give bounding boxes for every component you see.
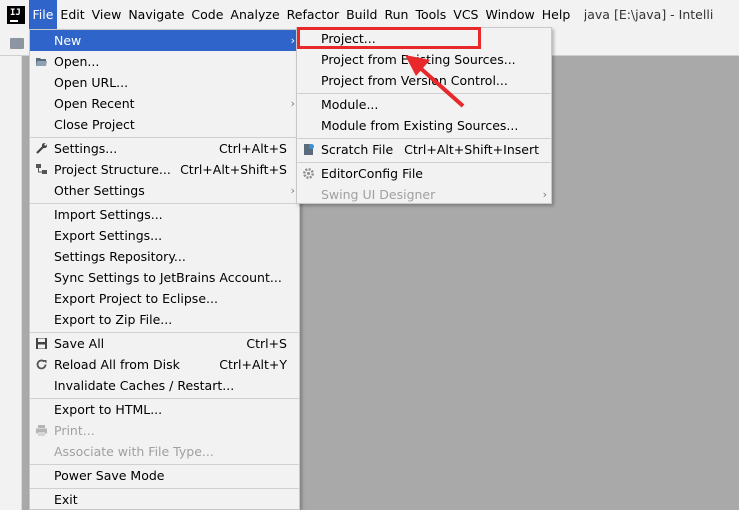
menu-item-label: Associate with File Type... [54, 444, 214, 459]
printer-icon [36, 425, 47, 436]
menu-item-label: EditorConfig File [321, 166, 423, 181]
menu-item-label: Open URL... [54, 75, 129, 90]
menu-item-save-all[interactable]: Save All Ctrl+S [30, 333, 299, 354]
menu-item-sync-settings[interactable]: Sync Settings to JetBrains Account... [30, 267, 299, 288]
menu-item-label: Project Structure... [54, 162, 171, 177]
menu-item-project-structure[interactable]: Project Structure... Ctrl+Alt+Shift+S [30, 159, 299, 180]
menu-item-label: Sync Settings to JetBrains Account... [54, 270, 282, 285]
window-title: java [E:\java] - Intelli [583, 7, 714, 22]
chevron-right-icon: › [542, 188, 547, 201]
menu-item-label: Export Settings... [54, 228, 163, 243]
menu-view[interactable]: View [88, 0, 125, 29]
menu-item-label: Swing UI Designer [321, 187, 436, 202]
menu-item-exit[interactable]: Exit [30, 489, 299, 510]
menu-item-label: Scratch File [321, 142, 394, 157]
menu-window[interactable]: Window [482, 0, 538, 29]
menu-analyze[interactable]: Analyze [227, 0, 283, 29]
annotation-highlight-box [297, 27, 481, 49]
menu-item-label: Export to Zip File... [54, 312, 173, 327]
menu-code[interactable]: Code [188, 0, 227, 29]
menu-item-label: Power Save Mode [54, 468, 165, 483]
menu-item-label: Export Project to Eclipse... [54, 291, 218, 306]
menu-item-other-settings[interactable]: Other Settings › [30, 180, 299, 201]
wrench-icon [36, 142, 48, 154]
menu-item-label: Import Settings... [54, 207, 163, 222]
shortcut-label: Ctrl+Alt+Shift+Insert [404, 142, 539, 157]
menu-item-label: Module... [321, 97, 379, 112]
menu-item-label: Other Settings [54, 183, 145, 198]
menu-edit[interactable]: Edit [57, 0, 88, 29]
menu-tools[interactable]: Tools [412, 0, 450, 29]
submenu-item-swing-ui-designer: Swing UI Designer › [297, 184, 551, 205]
menu-navigate[interactable]: Navigate [125, 0, 188, 29]
menu-run[interactable]: Run [381, 0, 412, 29]
menu-item-new[interactable]: New › [30, 30, 299, 51]
menu-item-label: Reload All from Disk [54, 357, 180, 372]
submenu-item-module[interactable]: Module... [297, 94, 551, 115]
menu-item-export-zip[interactable]: Export to Zip File... [30, 309, 299, 330]
shortcut-label: Ctrl+Alt+Y [219, 357, 287, 372]
new-submenu: Project... Project from Existing Sources… [296, 27, 552, 204]
menu-item-close-project[interactable]: Close Project [30, 114, 299, 135]
shortcut-label: Ctrl+Alt+S [218, 141, 287, 156]
submenu-item-editorconfig[interactable]: EditorConfig File [297, 163, 551, 184]
menu-item-open-url[interactable]: Open URL... [30, 72, 299, 93]
menu-item-export-settings[interactable]: Export Settings... [30, 225, 299, 246]
menu-help[interactable]: Help [538, 0, 574, 29]
folder-open-icon [36, 58, 47, 66]
menu-build[interactable]: Build [343, 0, 381, 29]
menu-item-label: Export to HTML... [54, 402, 163, 417]
submenu-item-scratch-file[interactable]: Scratch File Ctrl+Alt+Shift+Insert [297, 139, 551, 160]
menu-item-label: Close Project [54, 117, 135, 132]
menu-item-power-save-mode[interactable]: Power Save Mode [30, 465, 299, 486]
menu-item-settings-repository[interactable]: Settings Repository... [30, 246, 299, 267]
menu-item-reload[interactable]: Reload All from Disk Ctrl+Alt+Y [30, 354, 299, 375]
menu-item-label: Settings... [54, 141, 118, 156]
submenu-item-project-existing-sources[interactable]: Project from Existing Sources... [297, 49, 551, 70]
project-folder-icon[interactable] [10, 38, 24, 49]
menu-item-label: Open... [54, 54, 100, 69]
intellij-logo-icon: IJ [7, 5, 25, 24]
floppy-disk-icon [36, 338, 47, 349]
menu-item-invalidate-caches[interactable]: Invalidate Caches / Restart... [30, 375, 299, 396]
menu-item-label: Module from Existing Sources... [321, 118, 519, 133]
structure-icon [36, 164, 47, 174]
menu-vcs[interactable]: VCS [450, 0, 482, 29]
chevron-right-icon: › [290, 97, 295, 110]
menu-item-export-eclipse[interactable]: Export Project to Eclipse... [30, 288, 299, 309]
menu-item-settings[interactable]: Settings... Ctrl+Alt+S [30, 138, 299, 159]
shortcut-label: Ctrl+S [246, 336, 287, 351]
menu-item-label: Project from Existing Sources... [321, 52, 516, 67]
menu-item-label: Project from Version Control... [321, 73, 508, 88]
menu-item-label: Open Recent [54, 96, 135, 111]
chevron-right-icon: › [290, 34, 295, 47]
file-menu: New › Open... Open URL... Open Recent › … [29, 29, 300, 510]
menu-item-open[interactable]: Open... [30, 51, 299, 72]
menu-refactor[interactable]: Refactor [283, 0, 342, 29]
menu-item-open-recent[interactable]: Open Recent › [30, 93, 299, 114]
menu-item-label: Save All [54, 336, 105, 351]
chevron-right-icon: › [290, 184, 295, 197]
menu-item-import-settings[interactable]: Import Settings... [30, 204, 299, 225]
shortcut-label: Ctrl+Alt+Shift+S [180, 162, 287, 177]
menu-bar: IJ File Edit View Navigate Code Analyze … [0, 0, 739, 29]
menu-item-label: Print... [54, 423, 95, 438]
refresh-icon [36, 359, 47, 370]
submenu-item-project-version-control[interactable]: Project from Version Control... [297, 70, 551, 91]
tool-window-strip [0, 56, 22, 510]
menu-item-associate-file-type: Associate with File Type... [30, 441, 299, 462]
menu-item-print: Print... [30, 420, 299, 441]
menu-item-label: Invalidate Caches / Restart... [54, 378, 235, 393]
gear-icon [303, 168, 314, 179]
menu-item-export-html[interactable]: Export to HTML... [30, 399, 299, 420]
submenu-item-module-existing-sources[interactable]: Module from Existing Sources... [297, 115, 551, 136]
menu-item-label: Exit [54, 492, 78, 507]
menu-item-label: Settings Repository... [54, 249, 186, 264]
menu-item-label: New [54, 33, 82, 48]
scratch-file-icon [304, 144, 314, 155]
menu-file[interactable]: File [29, 0, 57, 29]
